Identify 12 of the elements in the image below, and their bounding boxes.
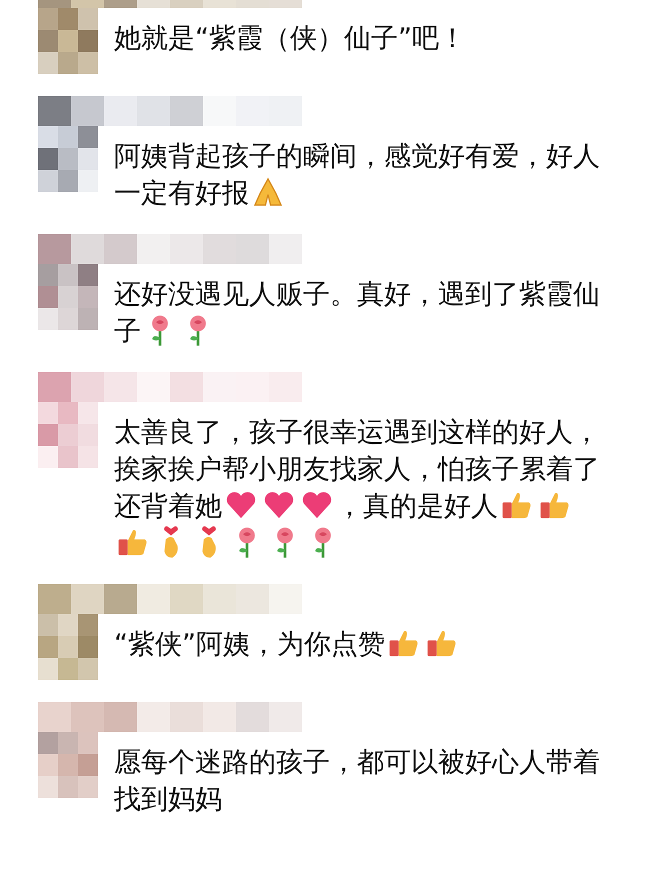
comment-text: 子: [114, 316, 141, 347]
comment-text: 太善良了，孩子很幸运遇到这样的好人，: [114, 417, 600, 448]
comment-text: 她就是“紫霞（侠）仙子”吧！: [114, 23, 466, 54]
comment-text: 阿姨背起孩子的瞬间，感觉好有爱，好人: [114, 141, 600, 172]
comment-text: 一定有好报: [114, 178, 249, 209]
comment-text: 还好没遇见人贩子。真好，遇到了紫霞仙: [114, 279, 600, 310]
comment-text: “紫侠”阿姨，为你点赞: [114, 629, 385, 660]
comment-text: 挨家挨户帮小朋友找家人，怕孩子累着了: [114, 454, 600, 485]
comment-text: 还背着她: [114, 491, 222, 522]
comment-text: ，真的是好人: [336, 491, 498, 522]
comment-text: 愿每个迷路的孩子，都可以被好心人带着: [114, 747, 600, 778]
comment-text: 找到妈妈: [114, 784, 222, 815]
